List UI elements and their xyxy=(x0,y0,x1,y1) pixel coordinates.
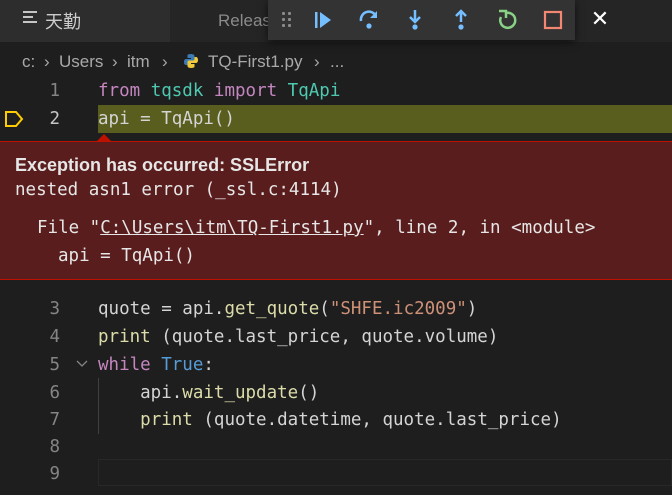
line-number: 7 xyxy=(49,410,60,430)
code-text: api = TqApi() xyxy=(98,109,235,129)
exception-trace: File "C:\Users\itm\TQ-First1.py", line 2… xyxy=(37,218,596,238)
line-number: 2 xyxy=(49,109,60,129)
chevron-right-icon: › xyxy=(112,52,118,71)
code-text: from tqsdk import TqApi xyxy=(98,81,341,101)
exception-widget: Exception has occurred: SSLError nested … xyxy=(0,141,672,280)
fold-chevron-icon[interactable] xyxy=(75,358,89,370)
code-text: print (quote.last_price, quote.volume) xyxy=(98,327,499,347)
tab-label: 天勤 xyxy=(45,12,81,32)
step-out-icon xyxy=(455,9,467,30)
line-number: 9 xyxy=(49,464,60,484)
line-number: 8 xyxy=(49,437,60,457)
stop-icon xyxy=(543,10,563,30)
line-number: 6 xyxy=(49,383,60,403)
chevron-right-icon: › xyxy=(44,52,50,71)
drag-handle-icon[interactable] xyxy=(282,12,292,28)
trace-file-link[interactable]: C:\Users\itm\TQ-First1.py xyxy=(100,218,363,238)
stop-button[interactable] xyxy=(540,7,566,33)
exception-trace-code: api = TqApi() xyxy=(58,246,195,266)
exception-title: Exception has occurred: SSLError xyxy=(15,155,310,175)
step-out-button[interactable] xyxy=(448,7,474,33)
continue-button[interactable] xyxy=(310,7,336,33)
menu-lines-icon xyxy=(23,11,37,25)
step-into-icon xyxy=(409,10,421,30)
line-number: 3 xyxy=(49,299,60,319)
line-number: 5 xyxy=(49,355,60,375)
step-into-button[interactable] xyxy=(402,7,428,33)
code-line[interactable]: 1 from tqsdk import TqApi xyxy=(0,77,672,105)
python-file-icon xyxy=(184,54,198,68)
tab-release[interactable]: Releas xyxy=(218,11,271,31)
code-line[interactable]: 9 xyxy=(0,460,672,488)
breadcrumb-itm[interactable]: itm xyxy=(127,52,150,72)
code-text: while True: xyxy=(98,355,214,375)
line-number: 4 xyxy=(49,327,60,347)
tab-tianqin[interactable]: 天勤 xyxy=(0,0,170,42)
code-line[interactable]: 8 xyxy=(0,433,672,461)
code-line[interactable]: 4 print (quote.last_price, quote.volume) xyxy=(0,323,672,351)
breadcrumb-users[interactable]: Users xyxy=(59,52,103,72)
code-line[interactable]: 6 api.wait_update() xyxy=(0,379,672,407)
close-icon[interactable]: ✕ xyxy=(589,6,611,32)
code-line[interactable]: 3 quote = api.get_quote("SHFE.ic2009") xyxy=(0,295,672,323)
code-line[interactable]: 5 while True: xyxy=(0,351,672,379)
step-over-button[interactable] xyxy=(356,7,382,33)
code-text: api.wait_update() xyxy=(98,383,320,403)
code-line[interactable]: 7 print (quote.datetime, quote.last_pric… xyxy=(0,406,672,434)
chevron-right-icon: › xyxy=(162,52,168,71)
line-number: 1 xyxy=(49,81,60,101)
code-text: print (quote.datetime, quote.last_price) xyxy=(140,410,562,430)
restart-icon xyxy=(499,9,517,30)
restart-button[interactable] xyxy=(494,7,520,33)
breadcrumb-more[interactable]: ... xyxy=(330,52,344,72)
continue-icon xyxy=(315,12,331,28)
debug-toolbar xyxy=(268,0,575,40)
breadcrumb-drive[interactable]: c: xyxy=(22,52,35,72)
exception-pointer xyxy=(97,134,111,141)
breadcrumb: c: › Users › itm › TQ-First1.py › ... xyxy=(0,42,672,82)
breadcrumb-file[interactable]: TQ-First1.py xyxy=(208,52,302,72)
exception-message: nested asn1 error (_ssl.c:4114) xyxy=(15,180,342,200)
chevron-right-icon: › xyxy=(314,52,320,71)
step-over-icon xyxy=(359,10,378,29)
code-line[interactable]: 2 api = TqApi() xyxy=(0,105,672,133)
code-text: quote = api.get_quote("SHFE.ic2009") xyxy=(98,299,478,319)
